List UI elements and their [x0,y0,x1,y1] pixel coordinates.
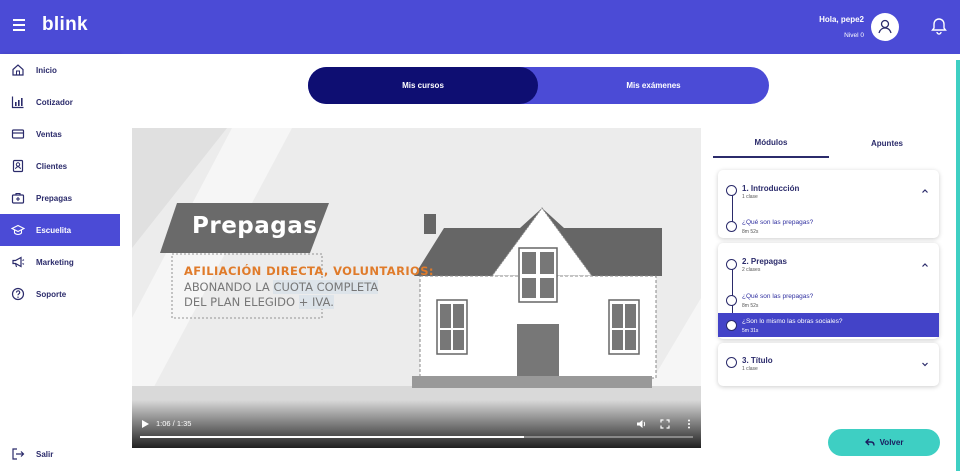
module-circle-icon [726,259,737,270]
lesson-circle-icon [726,221,737,232]
sidebar-item-label: Escuelita [36,225,72,235]
module-circle-icon [726,185,737,196]
fullscreen-icon[interactable] [660,419,670,429]
module-count: 2 clases [742,267,761,273]
chart-icon [11,96,24,109]
sidebar-item-label: Prepagas [36,193,73,203]
user-icon [878,19,892,34]
lesson-duration: 8m 52s [742,229,759,235]
lesson-item[interactable]: ¿Qué son las prepagas? 8m 52s [718,288,939,312]
slide-line-2: DEL PLAN ELEGIDO + IVA. [184,295,334,309]
medical-case-icon [11,192,25,204]
lesson-duration: 8m 52s [742,303,759,309]
tab-modulos[interactable]: Módulos [713,128,829,158]
sidebar-item-prepagas[interactable]: Prepagas [0,182,120,214]
graduation-cap-icon [11,224,25,236]
sidebar-item-soporte[interactable]: Soporte [0,278,120,310]
tab-mis-cursos[interactable]: Mis cursos [308,67,538,104]
sidebar-item-label: Cotizador [36,97,73,107]
slide-text: ABONANDO LA [184,280,274,294]
tab-apuntes[interactable]: Apuntes [829,128,945,158]
megaphone-icon [12,256,25,268]
hamburger-icon[interactable] [13,19,25,31]
lesson-title: ¿Qué son las prepagas? [742,219,814,226]
logo: blink [42,14,88,35]
sidebar-item-label: Salir [36,449,54,459]
chevron-down-icon[interactable] [921,360,929,368]
lesson-circle-icon [726,295,737,306]
back-arrow-icon [864,438,875,446]
sidebar-item-label: Clientes [36,161,68,171]
scrollbar[interactable] [956,60,960,471]
module-card: 2. Prepagas 2 clases ¿Qué son las prepag… [718,243,939,339]
video-controls: 1:06 / 1:35 [132,400,701,448]
video-time: 1:06 / 1:35 [156,419,192,428]
sidebar-item-inicio[interactable]: Inicio [0,54,120,86]
top-bar: blink Hola, pepe2 Nivel 0 [0,0,960,54]
chevron-up-icon[interactable] [921,261,929,269]
volume-icon[interactable] [636,419,647,429]
video-player[interactable]: Prepagas AFILIACIÓN DIRECTA, VOLUNTARIOS… [132,128,701,448]
back-button[interactable]: Volver [828,429,940,456]
lesson-duration: 5m 31s [742,328,759,334]
contact-icon [12,159,24,173]
help-icon [11,287,25,301]
module-title[interactable]: 1. Introducción [742,184,799,193]
user-level: Nivel 0 [844,32,864,39]
sidebar-item-clientes[interactable]: Clientes [0,150,120,182]
slide-title: Prepagas [192,213,318,239]
sidebar-item-ventas[interactable]: Ventas [0,118,120,150]
sidebar-item-cotizador[interactable]: Cotizador [0,86,120,118]
chevron-up-icon[interactable] [921,187,929,195]
more-options-icon[interactable] [686,419,692,429]
tab-mis-examenes[interactable]: Mis exámenes [538,67,769,104]
slide-headline: AFILIACIÓN DIRECTA, VOLUNTARIOS: [184,264,434,278]
card-icon [11,129,25,139]
module-count: 1 clase [742,194,758,200]
lesson-circle-icon [726,320,737,331]
video-progress-fill [140,436,525,438]
sidebar-item-label: Inicio [36,65,57,75]
lesson-title: ¿Son lo mismo las obras sociales? [742,318,843,325]
module-circle-icon [726,357,737,368]
home-icon [12,64,24,76]
slide-text: DEL PLAN ELEGIDO [184,295,299,309]
video-progress-track[interactable] [140,436,693,438]
lesson-title: ¿Qué son las prepagas? [742,293,814,300]
sidebar-item-salir[interactable]: Salir [0,438,120,470]
sidebar-item-label: Marketing [36,257,74,267]
sidebar-item-escuelita[interactable]: Escuelita [0,214,120,246]
sidebar: Inicio Cotizador Ventas Clientes Prepaga… [0,54,120,471]
slide-line-1: ABONANDO LA CUOTA COMPLETA [184,280,379,294]
bell-icon[interactable] [930,17,948,35]
play-icon[interactable] [140,419,150,429]
sidebar-item-label: Ventas [36,129,62,139]
module-count: 1 clase [742,366,758,372]
module-card: 1. Introducción 1 clase ¿Qué son las pre… [718,170,939,238]
slide-text-highlight: + IVA. [298,295,334,309]
greeting: Hola, pepe2 [819,15,864,24]
module-title[interactable]: 2. Prepagas [742,257,787,266]
avatar[interactable] [871,13,899,41]
back-button-label: Volver [879,438,904,447]
module-title[interactable]: 3. Título [742,356,773,365]
module-card: 3. Título 1 clase [718,343,939,386]
sidebar-item-label: Soporte [36,289,67,299]
logout-icon [12,448,25,460]
slide-text-highlight: CUOTA COMPLETA [273,280,379,294]
sidebar-item-marketing[interactable]: Marketing [0,246,120,278]
course-tabs: Mis cursos Mis exámenes [308,67,769,104]
lesson-item-active[interactable]: ¿Son lo mismo las obras sociales? 5m 31s [718,313,939,337]
lesson-item[interactable]: ¿Qué son las prepagas? 8m 52s [718,214,939,238]
